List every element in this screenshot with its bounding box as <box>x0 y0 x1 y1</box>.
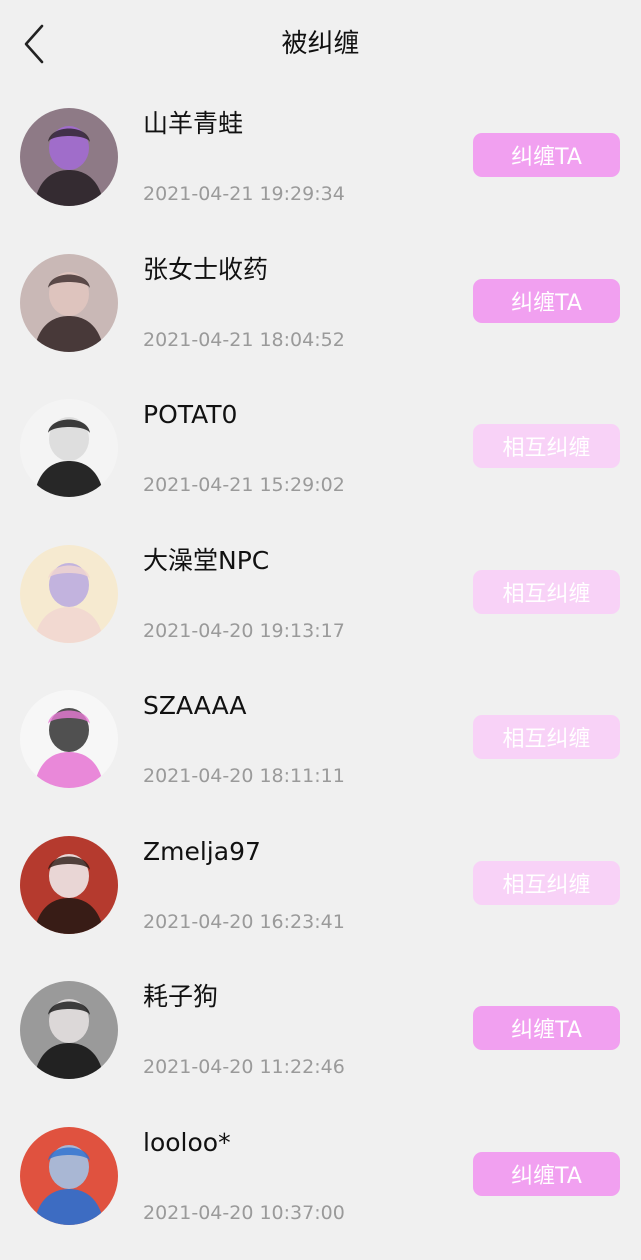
timestamp: 2021-04-20 11:22:46 <box>143 1056 345 1078</box>
username: 张女士收药 <box>143 254 269 284</box>
timestamp: 2021-04-21 18:04:52 <box>143 328 345 351</box>
list-item[interactable]: POTAT0 2021-04-21 15:29:02 相互纠缠 <box>0 379 641 525</box>
entangle-button[interactable]: 纠缠TA <box>473 133 620 177</box>
timestamp: 2021-04-20 10:37:00 <box>143 1201 345 1224</box>
mutual-entangle-button[interactable]: 相互纠缠 <box>473 715 620 759</box>
avatar[interactable] <box>20 690 118 788</box>
list-item[interactable]: 山羊青蛙 2021-04-21 19:29:34 纠缠TA <box>0 88 641 234</box>
mutual-entangle-button[interactable]: 相互纠缠 <box>473 569 620 614</box>
list-item[interactable]: SZAAAA 2021-04-20 18:11:11 相互纠缠 <box>0 670 641 816</box>
entangle-button[interactable]: 纠缠TA <box>473 278 620 323</box>
list-item[interactable]: looloo* 2021-04-20 10:37:00 纠缠TA <box>0 1107 641 1253</box>
username: SZAAAA <box>143 691 247 720</box>
timestamp: 2021-04-20 19:13:17 <box>143 619 345 642</box>
username: 耗子狗 <box>143 982 219 1011</box>
avatar[interactable] <box>20 399 118 497</box>
mutual-entangle-button[interactable]: 相互纠缠 <box>473 860 620 905</box>
entangle-button[interactable]: 纠缠TA <box>473 1151 620 1196</box>
username: POTAT0 <box>143 400 238 429</box>
list-item[interactable]: 大澡堂NPC 2021-04-20 19:13:17 相互纠缠 <box>0 525 641 671</box>
timestamp: 2021-04-21 19:29:34 <box>143 183 345 205</box>
username: looloo* <box>143 1127 231 1157</box>
avatar[interactable] <box>20 108 118 206</box>
username: 山羊青蛙 <box>143 109 244 138</box>
username: 大澡堂NPC <box>143 545 270 575</box>
timestamp: 2021-04-21 15:29:02 <box>143 474 345 496</box>
entangle-button[interactable]: 纠缠TA <box>473 1006 620 1050</box>
list-item[interactable]: 耗子狗 2021-04-20 11:22:46 纠缠TA <box>0 961 641 1107</box>
username: Zmelja97 <box>143 836 261 866</box>
avatar[interactable] <box>20 981 118 1079</box>
list-item[interactable]: 张女士收药 2021-04-21 18:04:52 纠缠TA <box>0 234 641 380</box>
avatar[interactable] <box>20 835 118 934</box>
page-title: 被纠缠 <box>281 29 360 59</box>
timestamp: 2021-04-20 16:23:41 <box>143 910 345 933</box>
timestamp: 2021-04-20 18:11:11 <box>143 765 345 787</box>
list-item[interactable]: Zmelja97 2021-04-20 16:23:41 相互纠缠 <box>0 816 641 962</box>
avatar[interactable] <box>20 1126 118 1225</box>
avatar[interactable] <box>20 544 118 643</box>
entanglement-list: 山羊青蛙 2021-04-21 19:29:34 纠缠TA 张女士收药 2021-04-… <box>0 88 641 1252</box>
mutual-entangle-button[interactable]: 相互纠缠 <box>473 424 620 468</box>
avatar[interactable] <box>20 253 118 352</box>
top-bar: 被纠缠 <box>0 0 641 88</box>
